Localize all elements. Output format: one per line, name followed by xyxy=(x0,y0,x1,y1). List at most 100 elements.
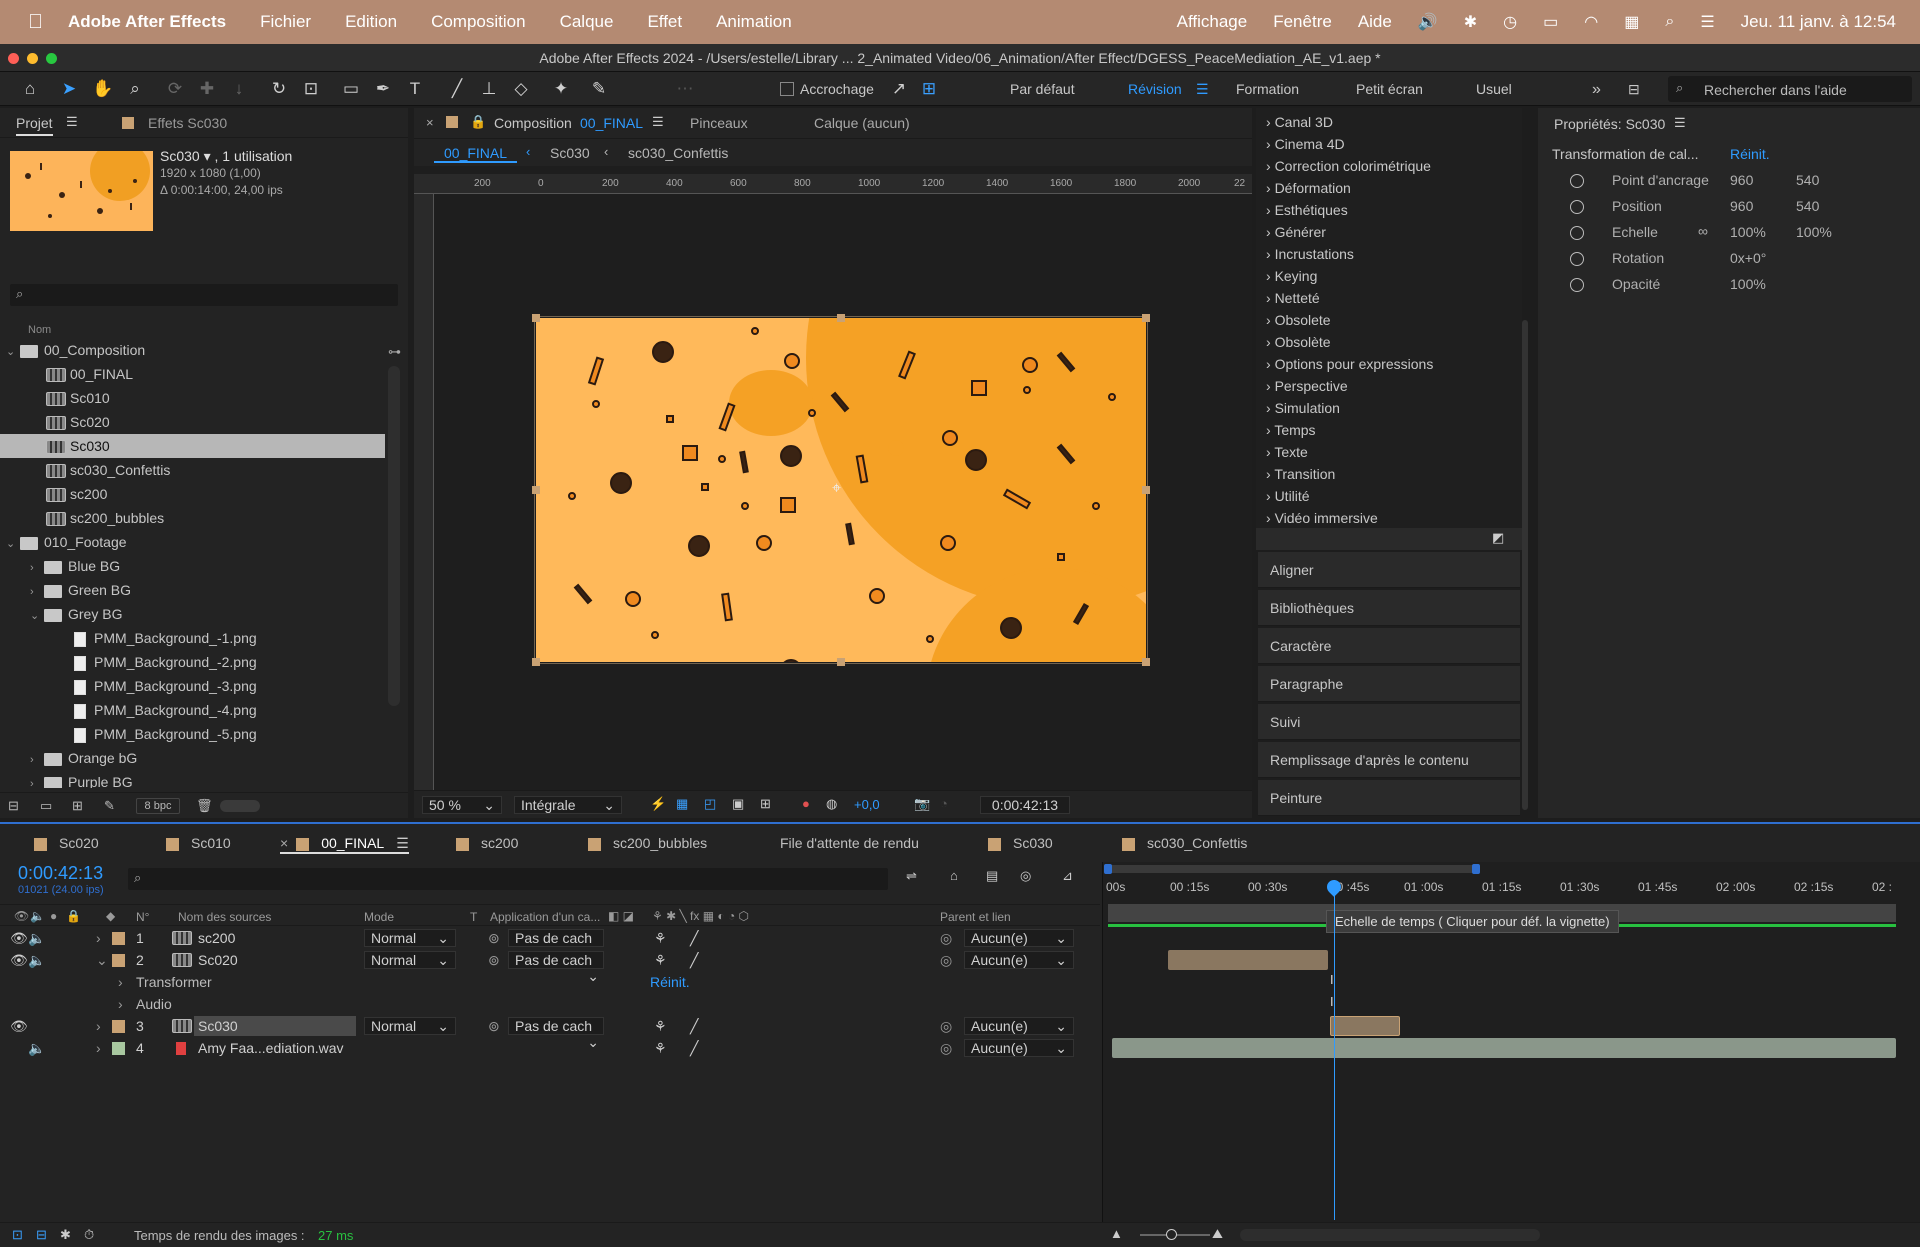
effect-category[interactable]: › Générer xyxy=(1266,222,1326,243)
prop-position-x[interactable]: 960 xyxy=(1730,198,1753,214)
layer-bar-audio[interactable] xyxy=(1112,1038,1896,1058)
work-area-end[interactable] xyxy=(1472,864,1480,874)
expand-chevron-icon[interactable]: › xyxy=(96,927,101,949)
control-center-icon[interactable]: ☰ xyxy=(1700,12,1714,32)
expand-chevron-icon[interactable]: › xyxy=(118,971,123,993)
col-source-name[interactable]: Nom des sources xyxy=(178,910,271,924)
expand-chevron-icon[interactable]: ⌄ xyxy=(96,949,108,971)
list-item[interactable]: › Orange bG xyxy=(0,746,385,770)
workspace-layout-icon[interactable]: ⊟ xyxy=(1628,81,1640,98)
time-machine-icon[interactable]: ◷ xyxy=(1503,12,1517,32)
preserve-transparency-icon[interactable]: ⊚ xyxy=(488,949,500,971)
list-item[interactable]: › Green BG xyxy=(0,578,385,602)
tab-render-queue[interactable]: File d'attente de rendu xyxy=(780,832,919,854)
home-icon[interactable]: ⌂ xyxy=(19,78,41,100)
horizontal-ruler[interactable]: 200 0 200 400 600 800 1000 1200 1400 160… xyxy=(414,174,1252,194)
preserve-transparency-icon[interactable]: ⊚ xyxy=(488,927,500,949)
transform-handle[interactable] xyxy=(1142,658,1150,666)
tab-composition[interactable]: Composition xyxy=(494,115,572,131)
lock-icon[interactable]: 🔒 xyxy=(66,909,81,923)
blend-mode-select[interactable]: Normal ⌄ xyxy=(364,1017,456,1035)
toggle-render-time-icon[interactable]: ⏱ xyxy=(84,1227,94,1243)
menu-fichier[interactable]: Fichier xyxy=(260,12,311,32)
zoom-out-icon[interactable]: ▲ xyxy=(1110,1226,1123,1241)
label-color[interactable] xyxy=(112,1020,125,1033)
wifi-icon[interactable]: ◠ xyxy=(1584,12,1598,32)
snap-grid-icon[interactable]: ⊞ xyxy=(918,78,940,100)
list-item[interactable]: PMM_Background_-3.png xyxy=(0,674,385,698)
panel-character[interactable]: Caractère xyxy=(1258,628,1520,664)
track-matte-select[interactable]: Pas de cach⌄ xyxy=(508,929,604,962)
interpret-footage-icon[interactable]: ⊟ xyxy=(8,798,19,814)
effect-category[interactable]: › Esthétiques xyxy=(1266,200,1348,221)
shy-switch-icon[interactable]: ⚘ xyxy=(654,1015,667,1037)
stopwatch-icon[interactable] xyxy=(1570,174,1584,188)
work-area-bar[interactable] xyxy=(1108,865,1478,873)
hand-tool-icon[interactable]: ✋ xyxy=(92,78,114,100)
zoom-tool-icon[interactable]: ⌕ xyxy=(124,78,146,100)
prop-scale-y[interactable]: 100% xyxy=(1796,224,1832,240)
toggle-switches-icon[interactable]: ⊡ xyxy=(12,1227,23,1243)
timeline-search[interactable]: ⌕ xyxy=(128,868,888,890)
tab-layer[interactable]: Calque (aucun) xyxy=(814,115,910,131)
layer-name[interactable]: Sc020 xyxy=(198,949,238,971)
list-item[interactable]: sc200 xyxy=(0,482,385,506)
project-search[interactable]: ⌕ xyxy=(10,284,398,306)
label-color[interactable] xyxy=(112,954,125,967)
list-item[interactable]: sc030_Confettis xyxy=(0,458,385,482)
help-search[interactable]: ⌕ Rechercher dans l'aide xyxy=(1668,76,1912,102)
volume-icon[interactable]: 🔊 xyxy=(1418,12,1438,32)
timeline-timecode[interactable]: 0:00:42:13 xyxy=(18,863,103,884)
link-icon[interactable]: ∞ xyxy=(1698,223,1708,239)
tab-sc030[interactable]: Sc030 xyxy=(988,832,1053,854)
workspace-menu-icon[interactable]: ☰ xyxy=(1196,81,1209,98)
timeline-scrollbar[interactable] xyxy=(1240,1229,1540,1241)
list-item[interactable]: › Purple BG xyxy=(0,770,385,788)
battery-icon[interactable]: ▭ xyxy=(1543,12,1558,32)
visibility-icon[interactable]: 👁 xyxy=(10,1015,28,1037)
table-row[interactable]: 👁 🔈 ⌄ 2 Sc020 Normal ⌄ ⊚ Pas de cach ⌄ ⚘ ╱… xyxy=(0,949,1100,984)
effect-category[interactable]: › Keying xyxy=(1266,266,1317,287)
table-row[interactable]: 👁 🔈 › 1 sc200 Normal⌄ ⊚ Pas de cach⌄ ⚘ ╱… xyxy=(0,927,1100,962)
audio-icon[interactable]: 🔈 xyxy=(28,927,45,949)
text-tool-icon[interactable]: T xyxy=(404,78,426,100)
menu-fenetre[interactable]: Fenêtre xyxy=(1273,12,1332,32)
vertical-ruler[interactable] xyxy=(414,194,434,790)
reset-link[interactable]: Réinit. xyxy=(1730,146,1770,162)
list-item[interactable]: PMM_Background_-4.png xyxy=(0,698,385,722)
transform-handle[interactable] xyxy=(532,486,540,494)
breadcrumb-item-00-final[interactable]: 00_FINAL xyxy=(434,145,518,163)
quality-switch-icon[interactable]: ╱ xyxy=(690,1015,698,1037)
switches-icon[interactable]: ⚘ ✱ ╲ fx ▦ ◐ ◔ ⬡ xyxy=(652,909,749,923)
menu-affichage[interactable]: Affichage xyxy=(1177,12,1248,32)
zoom-window-icon[interactable] xyxy=(46,53,57,64)
prop-position-y[interactable]: 540 xyxy=(1796,198,1819,214)
list-item[interactable]: PMM_Background_-2.png xyxy=(0,650,385,674)
prop-anchor-x[interactable]: 960 xyxy=(1730,172,1753,188)
effect-category[interactable]: › Options pour expressions xyxy=(1266,354,1433,375)
visibility-icon[interactable]: 👁 xyxy=(10,927,28,949)
expand-chevron-icon[interactable]: › xyxy=(96,1015,101,1037)
prop-anchor-y[interactable]: 540 xyxy=(1796,172,1819,188)
table-row[interactable]: 👁 › 3 Sc030 Normal ⌄ ⊚ Pas de cach ⌄ ⚘ ╱ ◎… xyxy=(0,1015,1100,1050)
stopwatch-icon[interactable] xyxy=(1570,278,1584,292)
track-matte-select[interactable]: Pas de cach⌄ xyxy=(508,1017,604,1050)
show-snapshot-icon[interactable]: ◔ xyxy=(940,796,948,811)
tab-composition-name[interactable]: 00_FINAL xyxy=(580,115,643,131)
visibility-icon[interactable]: 👁 xyxy=(10,949,28,971)
solo-icon[interactable]: ● xyxy=(50,909,57,923)
transform-section[interactable]: Transformation de cal... xyxy=(1552,146,1699,162)
panel-paragraph[interactable]: Paragraphe xyxy=(1258,666,1520,702)
table-row[interactable]: 🔈 › 4 Amy Faa...ediation.wav ⚘ ╱ ◎ Aucun… xyxy=(0,1037,1100,1059)
align-icon[interactable]: ⋯ xyxy=(674,78,696,100)
roto-brush-icon[interactable]: ✦ xyxy=(550,78,572,100)
col-mode[interactable]: Mode xyxy=(364,910,394,924)
new-comp-icon[interactable]: ⊞ xyxy=(72,798,83,814)
color-management-icon[interactable]: ◍ xyxy=(826,796,837,812)
tab-effects[interactable]: Effets Sc030 xyxy=(148,115,227,131)
menu-calque[interactable]: Calque xyxy=(560,12,614,32)
keyboard-icon[interactable]: ▦ xyxy=(1624,12,1639,32)
menu-edition[interactable]: Edition xyxy=(345,12,397,32)
pickwhip-icon[interactable]: ◎ xyxy=(940,1015,952,1037)
prop-opacity[interactable]: 100% xyxy=(1730,276,1766,292)
